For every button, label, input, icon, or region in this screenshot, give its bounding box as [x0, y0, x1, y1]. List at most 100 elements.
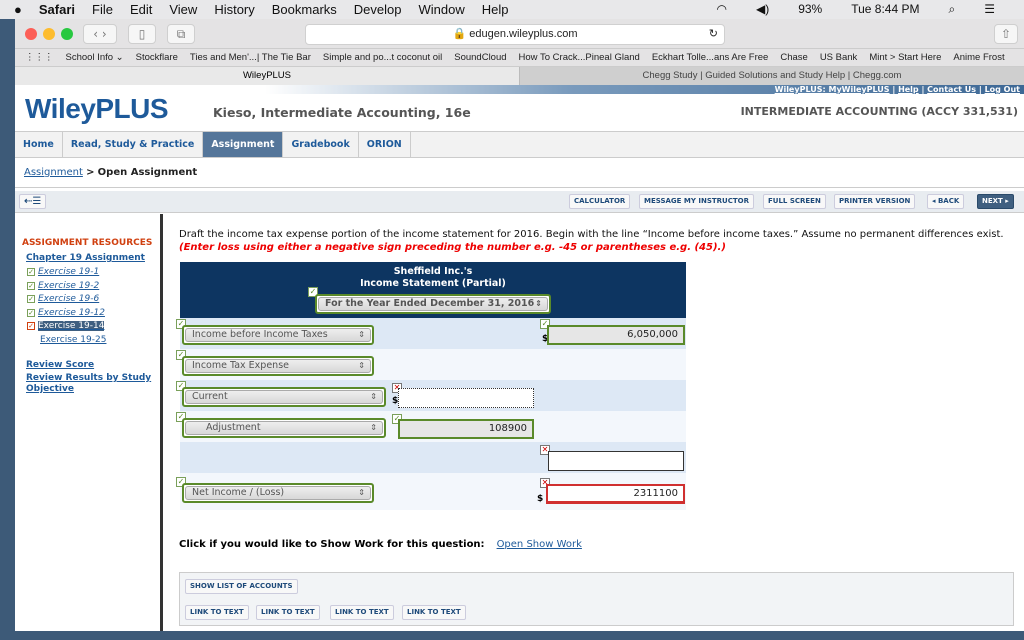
adjustment-amount-input[interactable]: 108900: [398, 419, 534, 439]
tabs-overview-icon[interactable]: ⧉: [167, 24, 195, 44]
review-score-link[interactable]: Review Score: [26, 360, 94, 370]
mywileyplus-link[interactable]: WileyPLUS: MyWileyPLUS: [775, 85, 890, 94]
menu-safari[interactable]: Safari: [39, 2, 75, 17]
assignment-sidebar: ASSIGNMENT RESOURCES Chapter 19 Assignme…: [15, 214, 160, 631]
menu-history[interactable]: History: [214, 2, 254, 17]
net-income-input[interactable]: 2311100: [546, 484, 685, 504]
line-item-select[interactable]: Net Income / (Loss): [185, 486, 371, 500]
line-item-select[interactable]: Current: [185, 390, 383, 404]
link-to-text-button[interactable]: LINK TO TEXT: [256, 605, 320, 620]
tab-wileyplus[interactable]: WileyPLUS: [15, 67, 520, 85]
open-show-work-link[interactable]: Open Show Work: [497, 539, 582, 550]
show-work: Click if you would like to Show Work for…: [179, 539, 582, 550]
tab-bar: WileyPLUS Chegg Study | Guided Solutions…: [15, 67, 1024, 85]
zoom-window-button[interactable]: [61, 28, 73, 40]
nav-read-study[interactable]: Read, Study & Practice: [63, 132, 204, 157]
bookmark[interactable]: School Info ⌄: [66, 52, 124, 63]
show-accounts-button[interactable]: SHOW LIST OF ACCOUNTS: [185, 579, 298, 594]
bookmark[interactable]: Mint > Start Here: [869, 52, 941, 63]
bookmark[interactable]: Stockflare: [136, 52, 178, 63]
mac-menubar: ● Safari File Edit View History Bookmark…: [0, 0, 1024, 19]
review-results-link[interactable]: Review Results by Study Objective: [26, 373, 156, 395]
wifi-icon[interactable]: ◠: [716, 2, 726, 17]
book-title: Kieso, Intermediate Accounting, 16e: [213, 105, 471, 120]
help-link[interactable]: Help: [898, 85, 919, 94]
sidebar-icon[interactable]: ▯: [128, 24, 156, 44]
row-adjustment: ✓ Adjustment ✓ 108900: [176, 411, 686, 442]
link-to-text-button[interactable]: LINK TO TEXT: [402, 605, 466, 620]
period-select[interactable]: For the Year Ended December 31, 2016: [318, 297, 548, 311]
tab-chegg[interactable]: Chegg Study | Guided Solutions and Study…: [520, 67, 1024, 85]
browser-toolbar: ‹ › ▯ ⧉ 🔒 edugen.wileyplus.com ↻ ⇧: [15, 19, 1024, 49]
menu-file[interactable]: File: [92, 2, 113, 17]
exercise-link-current[interactable]: Exercise 19-14: [38, 321, 105, 331]
close-window-button[interactable]: [25, 28, 37, 40]
line-item-select[interactable]: Income before Income Taxes: [185, 328, 371, 342]
menu-develop[interactable]: Develop: [354, 2, 402, 17]
menu-window[interactable]: Window: [419, 2, 465, 17]
menu-help[interactable]: Help: [482, 2, 509, 17]
calculator-button[interactable]: CALCULATOR: [569, 194, 631, 209]
message-instructor-button[interactable]: MESSAGE MY INSTRUCTOR: [639, 194, 754, 209]
safari-window: ‹ › ▯ ⧉ 🔒 edugen.wileyplus.com ↻ ⇧ ⋮⋮⋮ Sc…: [15, 19, 1024, 631]
spotlight-icon[interactable]: ⌕: [949, 2, 956, 17]
nav-orion[interactable]: ORION: [359, 132, 411, 157]
clock[interactable]: Tue 8:44 PM: [851, 2, 919, 17]
sidebar-divider[interactable]: [160, 214, 163, 631]
list-icon[interactable]: ☰: [984, 2, 995, 17]
resources-title: ASSIGNMENT RESOURCES: [22, 238, 153, 248]
nav-gradebook[interactable]: Gradebook: [283, 132, 359, 157]
exercise-link[interactable]: Exercise 19-6: [38, 294, 99, 304]
nav-home[interactable]: Home: [15, 132, 63, 157]
exercise-link[interactable]: Exercise 19-1: [38, 267, 99, 277]
site-header: WileyPLUS: MyWileyPLUS | Help | Contact …: [15, 85, 1024, 131]
menu-edit[interactable]: Edit: [130, 2, 152, 17]
bookmark[interactable]: Simple and po...t coconut oil: [323, 52, 442, 63]
breadcrumb-current: Open Assignment: [97, 167, 198, 178]
link-to-text-button[interactable]: LINK TO TEXT: [330, 605, 394, 620]
breadcrumb: Assignment > Open Assignment: [24, 167, 197, 178]
back-forward-icon[interactable]: ‹ ›: [83, 24, 117, 44]
back-button[interactable]: ◂ BACK: [927, 194, 965, 209]
bookmark[interactable]: US Bank: [820, 52, 858, 63]
next-button[interactable]: NEXT ▸: [977, 194, 1014, 209]
bookmark[interactable]: Ties and Men'...| The Tie Bar: [190, 52, 311, 63]
menu-view[interactable]: View: [169, 2, 197, 17]
link-to-text-button[interactable]: LINK TO TEXT: [185, 605, 249, 620]
bookmark[interactable]: Chase: [780, 52, 807, 63]
battery-percent[interactable]: 93%: [798, 2, 822, 17]
check-icon: ✓: [27, 267, 35, 276]
apple-icon[interactable]: ●: [14, 2, 22, 17]
exercise-link[interactable]: Exercise 19-12: [38, 308, 105, 318]
chapter-link[interactable]: Chapter 19 Assignment: [26, 253, 145, 263]
line-item-select[interactable]: Income Tax Expense: [185, 359, 371, 373]
full-screen-button[interactable]: FULL SCREEN: [763, 194, 826, 209]
exercise-link[interactable]: Exercise 19-25: [40, 335, 106, 345]
bookmark[interactable]: SoundCloud: [454, 52, 506, 63]
logout-link[interactable]: Log Out: [985, 85, 1020, 94]
assignment-toolbar: ⇠☰ CALCULATOR MESSAGE MY INSTRUCTOR FULL…: [15, 191, 1024, 213]
share-icon[interactable]: ⇧: [994, 24, 1018, 44]
nav-assignment[interactable]: Assignment: [203, 132, 284, 157]
address-bar[interactable]: 🔒 edugen.wileyplus.com ↻: [305, 24, 725, 45]
wileyplus-logo[interactable]: WileyPLUS: [25, 93, 169, 125]
grid-icon[interactable]: ⋮⋮⋮: [25, 52, 54, 63]
line-item-select[interactable]: Adjustment: [185, 421, 383, 435]
contact-link[interactable]: Contact Us: [927, 85, 976, 94]
breadcrumb-assignment[interactable]: Assignment: [24, 167, 83, 178]
printer-version-button[interactable]: PRINTER VERSION: [834, 194, 916, 209]
menu-bookmarks[interactable]: Bookmarks: [272, 2, 337, 17]
amount-input[interactable]: 6,050,000: [547, 325, 685, 345]
volume-icon[interactable]: ◀): [756, 2, 769, 17]
bookmark[interactable]: How To Crack...Pineal Gland: [519, 52, 640, 63]
collapse-sidebar-icon[interactable]: ⇠☰: [19, 194, 47, 209]
bookmark[interactable]: Anime Frost: [953, 52, 1004, 63]
bookmarks-bar: ⋮⋮⋮ School Info ⌄ Stockflare Ties and Me…: [15, 49, 1024, 67]
minimize-window-button[interactable]: [43, 28, 55, 40]
total-tax-input[interactable]: [548, 451, 684, 471]
current-amount-input[interactable]: [398, 388, 534, 408]
reload-icon[interactable]: ↻: [709, 25, 718, 44]
show-work-prompt: Click if you would like to Show Work for…: [179, 539, 485, 550]
bookmark[interactable]: Eckhart Tolle...ans Are Free: [652, 52, 769, 63]
exercise-link[interactable]: Exercise 19-2: [38, 281, 99, 291]
